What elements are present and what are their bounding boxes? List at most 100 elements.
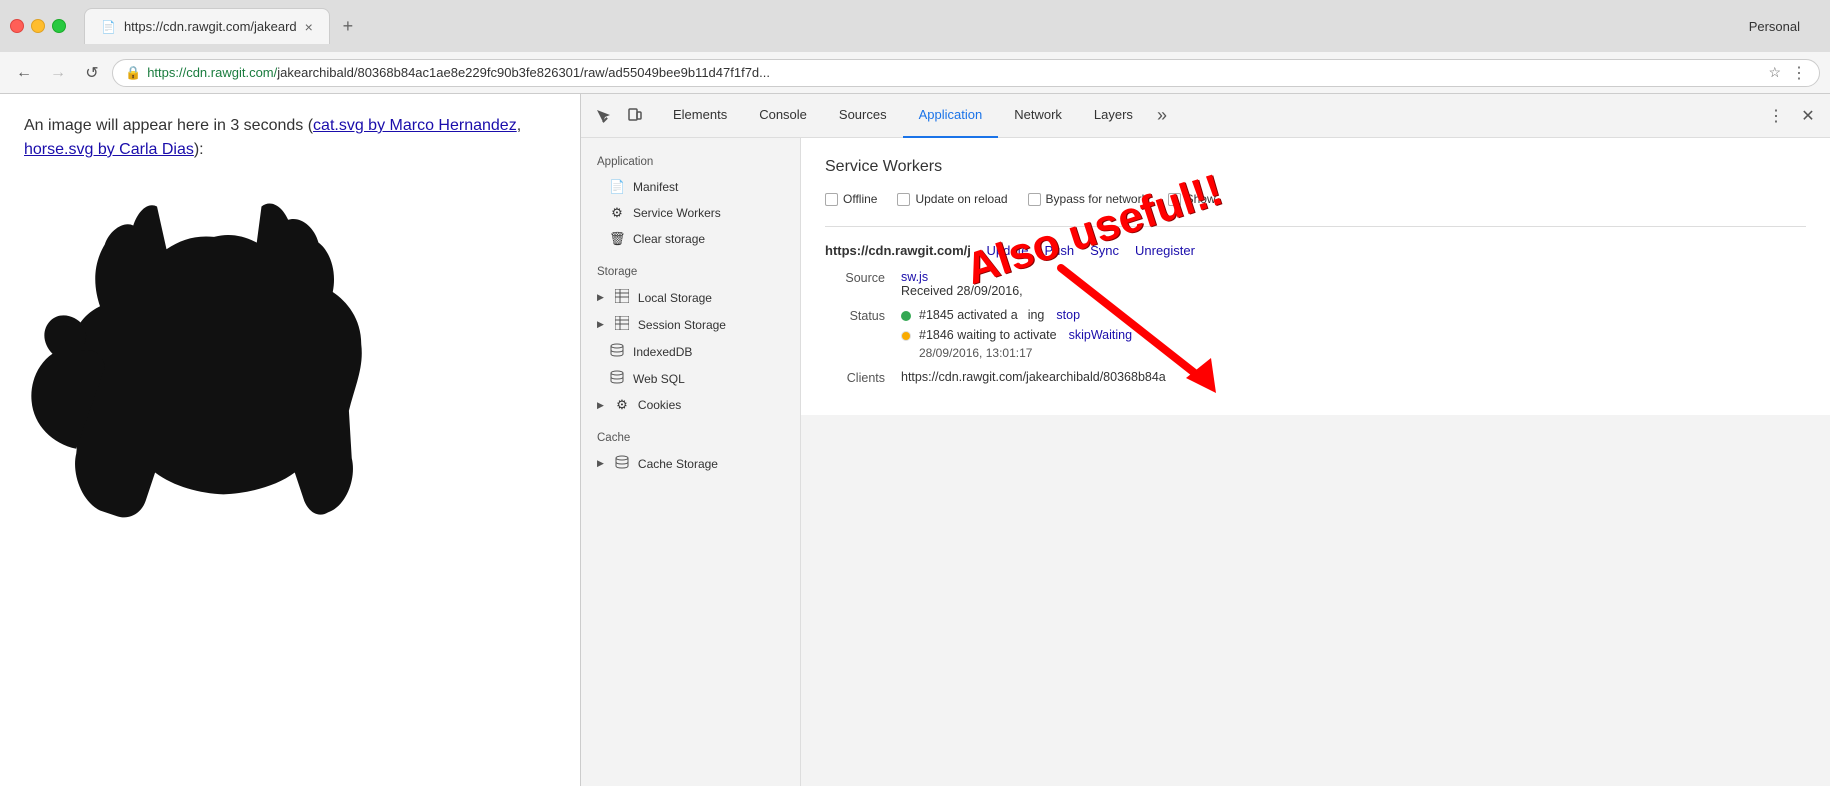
sidebar-service-workers-label: Service Workers <box>633 206 721 220</box>
devtools-more-menu[interactable]: ⋮ <box>1762 102 1790 130</box>
tab-layers[interactable]: Layers <box>1078 94 1149 138</box>
tab-console[interactable]: Console <box>743 94 823 138</box>
sw-stop-action[interactable]: stop <box>1056 308 1080 322</box>
browser-chrome: 📄 https://cdn.rawgit.com/jakeard × + Per… <box>0 0 1830 786</box>
sw-source-link[interactable]: sw.js <box>901 270 928 284</box>
sw-status-waiting: #1846 waiting to activate skipWaiting <box>901 328 1806 342</box>
profile-area: Personal <box>1749 19 1820 34</box>
indexeddb-icon <box>609 343 625 360</box>
sidebar-local-storage-label: Local Storage <box>638 291 712 305</box>
traffic-lights <box>10 19 66 33</box>
secure-icon: 🔒 <box>125 65 141 81</box>
browser-tab[interactable]: 📄 https://cdn.rawgit.com/jakeard × <box>84 8 330 44</box>
sidebar-item-web-sql[interactable]: Web SQL <box>581 365 800 392</box>
update-on-reload-checkbox[interactable] <box>897 193 910 206</box>
forward-button[interactable]: → <box>44 59 72 87</box>
sw-status-content: #1845 activated a ing stop #1846 waiting… <box>901 308 1806 360</box>
sw-waiting-status-text: #1846 waiting to activate <box>919 328 1057 342</box>
tab-network[interactable]: Network <box>998 94 1078 138</box>
sw-status-active: #1845 activated a ing stop <box>901 308 1806 322</box>
sw-status-row-wrapper: Status #1845 activated a ing stop <box>825 308 1806 360</box>
sidebar-item-session-storage[interactable]: ▶ Session Storage <box>581 311 800 338</box>
show-checkbox[interactable] <box>1168 193 1181 206</box>
sw-source-content: sw.js Received 28/09/2016, <box>901 270 1806 298</box>
page-comma: , <box>517 117 521 134</box>
sw-unregister-action[interactable]: Unregister <box>1135 243 1195 258</box>
sw-skip-waiting-action[interactable]: skipWaiting <box>1069 328 1132 342</box>
sidebar-item-cookies[interactable]: ▶ ⚙ Cookies <box>581 392 800 418</box>
tab-application[interactable]: Application <box>903 94 999 138</box>
sidebar-clear-storage-label: Clear storage <box>633 232 705 246</box>
sidebar-item-cache-storage[interactable]: ▶ Cache Storage <box>581 450 800 477</box>
sidebar-web-sql-label: Web SQL <box>633 372 685 386</box>
sw-sync-action[interactable]: Sync <box>1090 243 1119 258</box>
page-text: An image will appear here in 3 seconds (… <box>24 114 556 162</box>
url-display: https://cdn.rawgit.com/jakearchibald/803… <box>147 65 1758 80</box>
sidebar-session-storage-label: Session Storage <box>638 318 726 332</box>
devtools-tabs: Elements Console Sources Application Net… <box>657 94 1762 138</box>
update-on-reload-checkbox-group[interactable]: Update on reload <box>897 192 1007 206</box>
sidebar-item-service-workers[interactable]: ⚙ Service Workers <box>581 200 800 226</box>
url-menu-icon[interactable]: ⋮ <box>1791 63 1807 83</box>
cat-image <box>24 178 424 618</box>
local-storage-arrow-icon: ▶ <box>597 292 604 303</box>
local-storage-icon <box>614 289 630 306</box>
sw-push-action[interactable]: Push <box>1044 243 1074 258</box>
tab-elements[interactable]: Elements <box>657 94 743 138</box>
title-bar: 📄 https://cdn.rawgit.com/jakeard × + Per… <box>0 0 1830 52</box>
reload-button[interactable]: ↺ <box>78 59 106 87</box>
bypass-network-checkbox-group[interactable]: Bypass for network <box>1028 192 1148 206</box>
cat-svg-link[interactable]: cat.svg by Marco Hernandez <box>313 117 517 134</box>
new-tab-button[interactable]: + <box>330 8 366 44</box>
cookies-arrow-icon: ▶ <box>597 400 604 411</box>
cat-svg <box>24 178 404 558</box>
bookmark-icon[interactable]: ☆ <box>1768 64 1781 81</box>
horse-svg-link[interactable]: horse.svg by Carla Dias <box>24 141 194 158</box>
sidebar-section-storage: Storage <box>581 260 800 284</box>
sw-origin-row: https://cdn.rawgit.com/j Update Push Syn… <box>825 243 1806 258</box>
url-origin: https://cdn.rawgit.com/ <box>147 65 277 80</box>
sidebar-item-clear-storage[interactable]: 🗑 Clear storage <box>581 226 800 252</box>
maximize-button[interactable] <box>52 19 66 33</box>
inspect-element-button[interactable] <box>589 102 617 130</box>
web-sql-icon <box>609 370 625 387</box>
sw-received-text: Received 28/09/2016, <box>901 284 1023 298</box>
tab-sources[interactable]: Sources <box>823 94 903 138</box>
sidebar-item-local-storage[interactable]: ▶ Local Storage <box>581 284 800 311</box>
offline-checkbox[interactable] <box>825 193 838 206</box>
tab-close-icon[interactable]: × <box>305 19 313 35</box>
sw-clients-content: https://cdn.rawgit.com/jakearchibald/803… <box>901 370 1806 384</box>
bypass-network-checkbox[interactable] <box>1028 193 1041 206</box>
nav-bar: ← → ↺ 🔒 https://cdn.rawgit.com/jakearchi… <box>0 52 1830 94</box>
sidebar-cache-storage-label: Cache Storage <box>638 457 718 471</box>
tab-more-button[interactable]: » <box>1149 94 1175 138</box>
devtools-main-wrapper: Service Workers Offline Update on reload <box>801 138 1830 786</box>
devtools-panel: Elements Console Sources Application Net… <box>580 94 1830 786</box>
close-button[interactable] <box>10 19 24 33</box>
devtools-close-button[interactable]: ✕ <box>1794 102 1822 130</box>
clear-storage-icon: 🗑 <box>609 231 625 247</box>
sw-waiting-status-dot <box>901 331 911 341</box>
show-checkbox-group[interactable]: Show <box>1168 192 1216 206</box>
sw-update-action[interactable]: Update <box>987 243 1029 258</box>
bypass-network-label: Bypass for network <box>1046 192 1148 206</box>
devtools-toolbar: Elements Console Sources Application Net… <box>581 94 1830 138</box>
sw-clients-row: Clients https://cdn.rawgit.com/jakearchi… <box>825 370 1806 385</box>
sw-clients-label: Clients <box>825 370 885 385</box>
back-button[interactable]: ← <box>10 59 38 87</box>
service-workers-panel: Service Workers Offline Update on reload <box>801 138 1830 415</box>
manifest-icon: 📄 <box>609 179 625 195</box>
sidebar-item-manifest[interactable]: 📄 Manifest <box>581 174 800 200</box>
sidebar-item-indexeddb[interactable]: IndexedDB <box>581 338 800 365</box>
sw-status-label: Status <box>825 308 885 323</box>
devtools-sidebar: Application 📄 Manifest ⚙ Service Workers… <box>581 138 801 786</box>
device-toolbar-button[interactable] <box>621 102 649 130</box>
update-on-reload-label: Update on reload <box>915 192 1007 206</box>
offline-checkbox-group[interactable]: Offline <box>825 192 877 206</box>
content-area: An image will appear here in 3 seconds (… <box>0 94 1830 786</box>
url-bar[interactable]: 🔒 https://cdn.rawgit.com/jakearchibald/8… <box>112 59 1820 87</box>
sidebar-section-application: Application <box>581 150 800 174</box>
minimize-button[interactable] <box>31 19 45 33</box>
page-content: An image will appear here in 3 seconds (… <box>0 94 580 786</box>
sidebar-section-cache: Cache <box>581 426 800 450</box>
